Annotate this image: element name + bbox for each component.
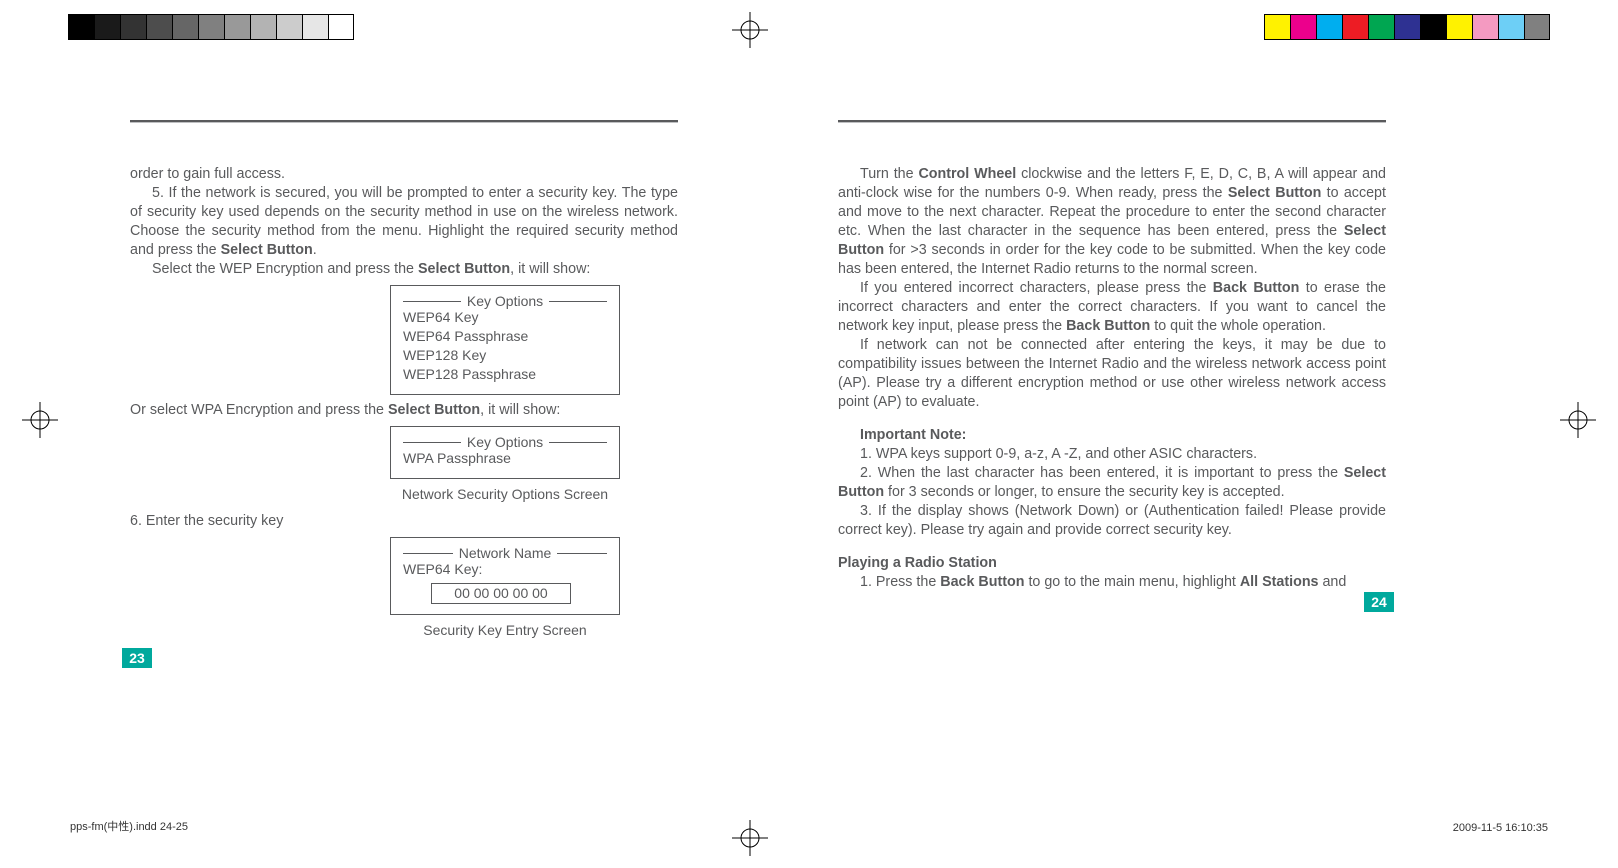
header-rule	[838, 120, 1386, 123]
note-item: 1. WPA keys support 0-9, a-z, A -Z, and …	[838, 445, 1386, 464]
list-item: WEP128 Key	[403, 346, 607, 365]
calibration-bar-color	[1264, 14, 1550, 40]
key-options-screen-wpa: Key Options WPA Passphrase	[390, 426, 620, 479]
body-text: Select the WEP Encryption and press the …	[130, 260, 678, 279]
note-item: 2. When the last character has been ente…	[838, 464, 1386, 502]
page-24: Turn the Control Wheel clockwise and the…	[838, 120, 1386, 592]
section-heading: Playing a Radio Station	[838, 554, 1386, 573]
body-text: 1. Press the Back Button to go to the ma…	[838, 573, 1386, 592]
imprint-date: 2009-11-5 16:10:35	[1453, 822, 1548, 834]
header-rule	[130, 120, 678, 123]
body-text: Turn the Control Wheel clockwise and the…	[838, 165, 1386, 279]
page-number: 24	[1364, 592, 1394, 612]
body-text: 5. If the network is secured, you will b…	[130, 184, 678, 260]
body-text: If you entered incorrect characters, ple…	[838, 279, 1386, 336]
note-item: 3. If the display shows (Network Down) o…	[838, 502, 1386, 540]
list-item: WEP64 Passphrase	[403, 327, 607, 346]
registration-mark-icon	[730, 10, 770, 50]
body-text: If network can not be connected after en…	[838, 336, 1386, 412]
imprint-file: pps-fm(中性).indd 24-25	[70, 818, 188, 834]
registration-mark-icon	[20, 400, 60, 440]
security-key-entry-screen: Network Name WEP64 Key: 00 00 00 00 00	[390, 537, 620, 615]
page-23: order to gain full access. 5. If the net…	[130, 120, 678, 648]
registration-mark-icon	[1558, 400, 1598, 440]
registration-mark-icon	[730, 818, 770, 858]
important-note-heading: Important Note:	[838, 426, 1386, 445]
key-options-screen-wep: Key Options WEP64 Key WEP64 Passphrase W…	[390, 285, 620, 395]
calibration-bar-grayscale	[68, 14, 354, 40]
body-text: Or select WPA Encryption and press the S…	[130, 401, 678, 420]
body-text: order to gain full access.	[130, 165, 678, 184]
screen-caption: Security Key Entry Screen	[390, 621, 620, 640]
list-item: WEP128 Passphrase	[403, 365, 607, 384]
page-number: 23	[122, 648, 152, 668]
body-text: 6. Enter the security key	[130, 512, 678, 531]
key-value: 00 00 00 00 00	[431, 583, 571, 604]
screen-caption: Network Security Options Screen	[390, 485, 620, 504]
